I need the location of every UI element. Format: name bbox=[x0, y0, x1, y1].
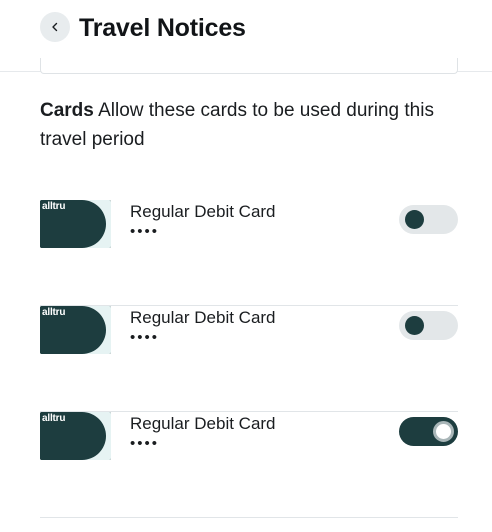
card-image: alltru bbox=[40, 412, 111, 460]
section-description: Allow these cards to be used during this… bbox=[40, 100, 434, 150]
toggle-knob bbox=[433, 421, 454, 442]
back-button[interactable] bbox=[40, 12, 70, 42]
card-image: alltru bbox=[40, 306, 111, 354]
section-heading: Cards bbox=[40, 100, 94, 121]
card-image: alltru bbox=[40, 200, 111, 248]
cards-section-description: Cards Allow these cards to be used durin… bbox=[40, 96, 470, 154]
card-name: Regular Debit Card bbox=[130, 308, 276, 327]
card-logo: alltru bbox=[42, 413, 66, 424]
card-name: Regular Debit Card bbox=[130, 202, 276, 221]
card-row-2: alltru Regular Debit Card •••• bbox=[40, 306, 458, 412]
card-toggle[interactable] bbox=[399, 205, 458, 234]
card-logo: alltru bbox=[42, 307, 66, 318]
toggle-knob bbox=[405, 316, 424, 335]
toggle-knob bbox=[405, 210, 424, 229]
card-name: Regular Debit Card bbox=[130, 414, 276, 433]
chevron-left-icon bbox=[52, 22, 58, 32]
card-row-1: alltru Regular Debit Card •••• bbox=[40, 200, 458, 306]
card-number-mask: •••• bbox=[130, 435, 160, 452]
card-toggle[interactable] bbox=[399, 417, 458, 446]
page-title: Travel Notices bbox=[79, 14, 246, 42]
previous-section-box bbox=[40, 58, 458, 74]
card-number-mask: •••• bbox=[130, 329, 160, 346]
card-toggle[interactable] bbox=[399, 311, 458, 340]
card-number-mask: •••• bbox=[130, 223, 160, 240]
card-row-3: alltru Regular Debit Card •••• bbox=[40, 412, 458, 518]
card-logo: alltru bbox=[42, 201, 66, 212]
